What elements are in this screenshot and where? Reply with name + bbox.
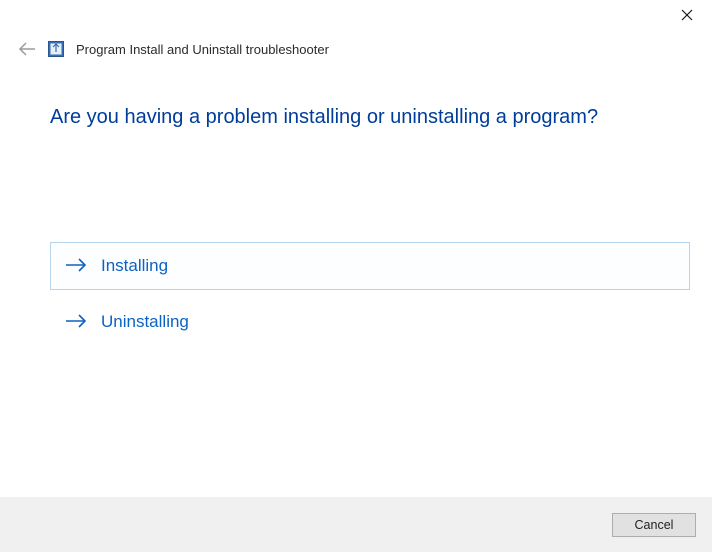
back-button[interactable]: [18, 40, 36, 58]
close-button[interactable]: [680, 8, 694, 22]
app-title: Program Install and Uninstall troublesho…: [76, 42, 329, 57]
cancel-button[interactable]: Cancel: [612, 513, 696, 537]
option-label: Uninstalling: [101, 312, 189, 332]
arrow-right-icon: [65, 314, 87, 331]
titlebar: [0, 0, 712, 32]
page-heading: Are you having a problem installing or u…: [50, 104, 694, 130]
footer: Cancel: [0, 497, 712, 552]
arrow-right-icon: [65, 258, 87, 275]
option-uninstalling[interactable]: Uninstalling: [50, 298, 690, 346]
option-label: Installing: [101, 256, 168, 276]
option-installing[interactable]: Installing: [50, 242, 690, 290]
troubleshooter-icon: [48, 41, 64, 57]
header: Program Install and Uninstall troublesho…: [0, 32, 712, 64]
options-list: Installing Uninstalling: [50, 242, 694, 346]
content-area: Are you having a problem installing or u…: [0, 64, 712, 346]
